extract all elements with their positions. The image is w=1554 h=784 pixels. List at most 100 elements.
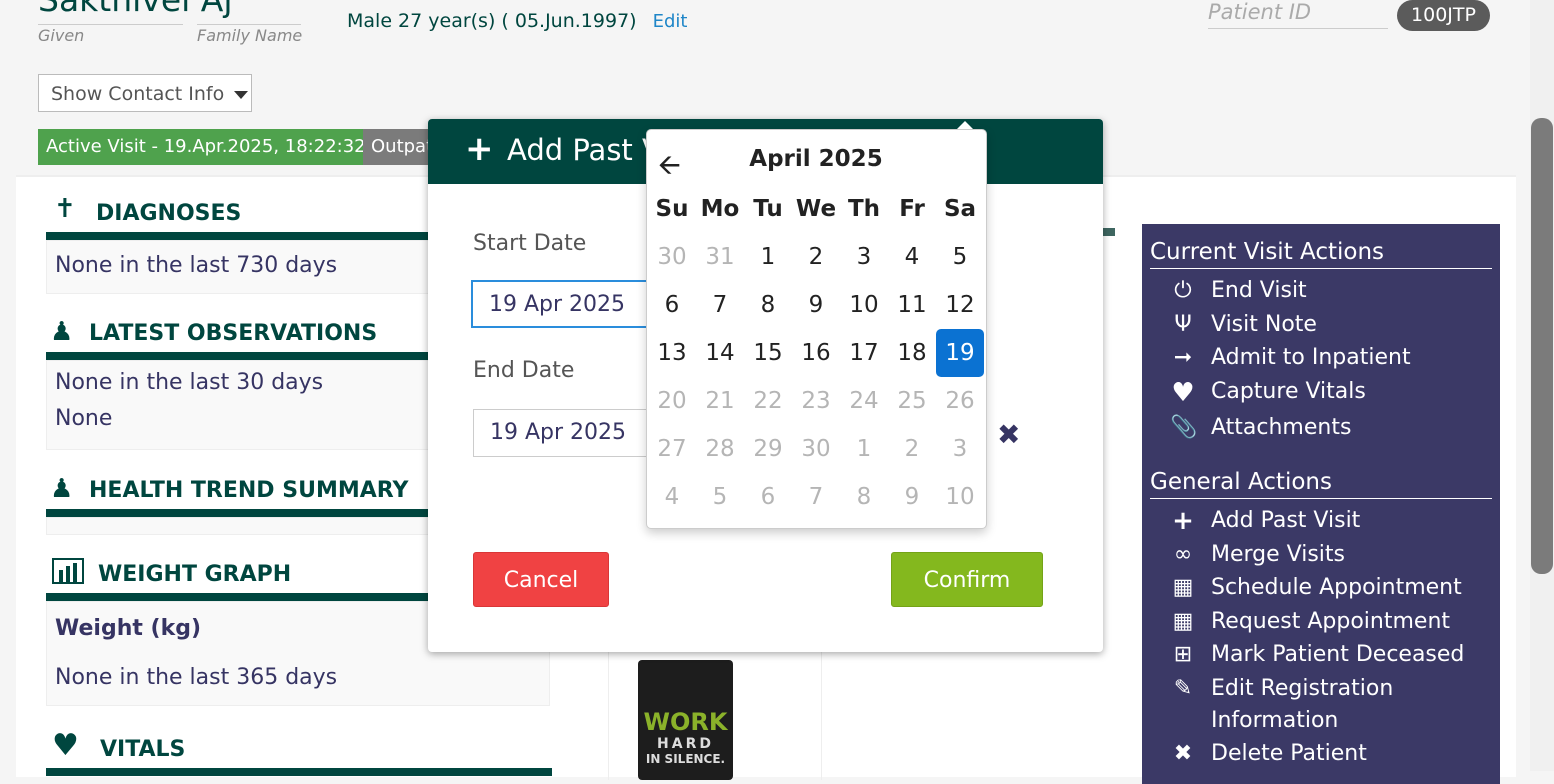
datepicker-day[interactable]: 20 [648, 377, 696, 425]
scrollbar-thumb[interactable] [1531, 118, 1553, 574]
current-visit-divider [1150, 268, 1492, 269]
datepicker-day[interactable]: 7 [792, 473, 840, 521]
patient-name: Sakthivel Aj [38, 0, 233, 20]
plus-icon: + [1172, 506, 1194, 536]
vitals-title: VITALS [100, 737, 186, 762]
datepicker-day[interactable]: 17 [840, 329, 888, 377]
stethoscope-icon: Ψ [1174, 312, 1192, 337]
datepicker-day[interactable]: 5 [936, 233, 984, 281]
datepicker-day[interactable]: 8 [840, 473, 888, 521]
person-icon: ✝ [54, 194, 76, 224]
health-trend-title: HEALTH TREND SUMMARY [89, 478, 409, 503]
datepicker-day[interactable]: 29 [744, 425, 792, 473]
datepicker-day[interactable]: 14 [696, 329, 744, 377]
edit-link[interactable]: Edit [653, 11, 688, 32]
calendar-icon: ▦ [1172, 575, 1194, 600]
request-appointment-link[interactable]: Request Appointment [1211, 609, 1450, 634]
family-underline [197, 24, 301, 25]
datepicker-day[interactable]: 6 [744, 473, 792, 521]
clear-end-date-icon[interactable]: ✖ [997, 418, 1020, 451]
datepicker-day[interactable]: 30 [792, 425, 840, 473]
patient-id-underline [1208, 28, 1388, 29]
datepicker-day[interactable]: 1 [840, 425, 888, 473]
datepicker-day[interactable]: 23 [792, 377, 840, 425]
weight-graph-title: WEIGHT GRAPH [98, 562, 292, 587]
datepicker-day[interactable]: 11 [888, 281, 936, 329]
admit-to-inpatient-link[interactable]: Admit to Inpatient [1211, 345, 1411, 370]
datepicker-day[interactable]: 3 [936, 425, 984, 473]
datepicker-day[interactable]: 9 [792, 281, 840, 329]
contact-button-label: Show Contact Info [51, 83, 225, 105]
demographics-text: Male 27 year(s) ( 05.Jun.1997) [347, 10, 637, 32]
datepicker-day[interactable]: 24 [840, 377, 888, 425]
cancel-button[interactable]: Cancel [473, 552, 609, 607]
delete-patient-link[interactable]: Delete Patient [1211, 741, 1367, 766]
weekday-header: We [795, 196, 837, 222]
datepicker-selected-day[interactable]: 19 [936, 329, 984, 377]
datepicker-day[interactable]: 7 [696, 281, 744, 329]
start-date-label: Start Date [473, 231, 587, 256]
add-past-visit-link[interactable]: Add Past Visit [1211, 508, 1360, 533]
weekday-header: Fr [899, 196, 925, 222]
caret-down-icon [234, 90, 249, 99]
datepicker-day[interactable]: 1 [744, 233, 792, 281]
datepicker-day[interactable]: 9 [888, 473, 936, 521]
datepicker-day[interactable]: 31 [696, 233, 744, 281]
datepicker-day[interactable]: 26 [936, 377, 984, 425]
datepicker-day[interactable]: 2 [888, 425, 936, 473]
paperclip-icon: 📎 [1170, 415, 1198, 440]
attachments-link[interactable]: Attachments [1211, 415, 1351, 440]
datepicker-day[interactable]: 2 [792, 233, 840, 281]
datepicker-day[interactable]: 28 [696, 425, 744, 473]
patient-demographics: Male 27 year(s) ( 05.Jun.1997) Edit [347, 10, 687, 32]
datepicker-week-row: 30 31 1 2 3 4 5 [648, 233, 984, 281]
datepicker-day[interactable]: 4 [648, 473, 696, 521]
datepicker-day[interactable]: 10 [840, 281, 888, 329]
visit-note-link[interactable]: Visit Note [1211, 312, 1317, 337]
capture-vitals-link[interactable]: Capture Vitals [1211, 379, 1366, 404]
datepicker-day[interactable]: 15 [744, 329, 792, 377]
merge-visits-link[interactable]: Merge Visits [1211, 542, 1345, 567]
heartbeat-icon: ♥ [1171, 378, 1195, 408]
datepicker-day[interactable]: 25 [888, 377, 936, 425]
datepicker-day[interactable]: 4 [888, 233, 936, 281]
power-icon: ⏻ [1174, 278, 1192, 303]
weekday-header: Th [847, 196, 881, 222]
mark-patient-deceased-link[interactable]: Mark Patient Deceased [1211, 642, 1464, 667]
datepicker-day[interactable]: 13 [648, 329, 696, 377]
datepicker-day[interactable]: 8 [744, 281, 792, 329]
family-caption: Family Name [197, 26, 303, 45]
diagnoses-title: DIAGNOSES [96, 201, 242, 226]
datepicker-week-row: 4 5 6 7 8 9 10 [648, 473, 984, 521]
datepicker-day[interactable]: 18 [888, 329, 936, 377]
datepicker-day[interactable]: 16 [792, 329, 840, 377]
datepicker-day[interactable]: 5 [696, 473, 744, 521]
show-contact-info-button[interactable]: Show Contact Info [38, 74, 252, 112]
datepicker-day[interactable]: 30 [648, 233, 696, 281]
vitals-divider [46, 768, 552, 776]
datepicker-day[interactable]: 6 [648, 281, 696, 329]
column-bar-fragment [1103, 228, 1115, 236]
edit-registration-link[interactable]: Edit Registration [1211, 676, 1393, 701]
datepicker-month-title[interactable]: April 2025 [650, 146, 982, 172]
datepicker-day[interactable]: 21 [696, 377, 744, 425]
datepicker-day[interactable]: 12 [936, 281, 984, 329]
datepicker-day[interactable]: 27 [648, 425, 696, 473]
weekday-header: Mo [700, 196, 740, 222]
weekday-header: Sa [943, 196, 977, 222]
datepicker-day[interactable]: 10 [936, 473, 984, 521]
attachment-thumbnail[interactable]: WORK HARD IN SILENCE. [638, 660, 733, 780]
datepicker-day[interactable]: 3 [840, 233, 888, 281]
user-md-icon: ♟ [50, 474, 74, 504]
active-visit-badge: Active Visit - 19.Apr.2025, 18:22:32 [38, 129, 374, 165]
edit-registration-link-line2[interactable]: Information [1211, 708, 1338, 733]
datepicker-week-row: 13 14 15 16 17 18 19 [648, 329, 984, 377]
times-icon: ✖ [1173, 741, 1193, 766]
datepicker-day[interactable]: 22 [744, 377, 792, 425]
datepicker-week-row: 27 28 29 30 1 2 3 [648, 425, 984, 473]
end-visit-link[interactable]: End Visit [1211, 278, 1307, 303]
confirm-button[interactable]: Confirm [891, 552, 1043, 607]
schedule-appointment-link[interactable]: Schedule Appointment [1211, 575, 1462, 600]
datepicker-week-row: 20 21 22 23 24 25 26 [648, 377, 984, 425]
calendar-icon: ▦ [1172, 609, 1194, 634]
